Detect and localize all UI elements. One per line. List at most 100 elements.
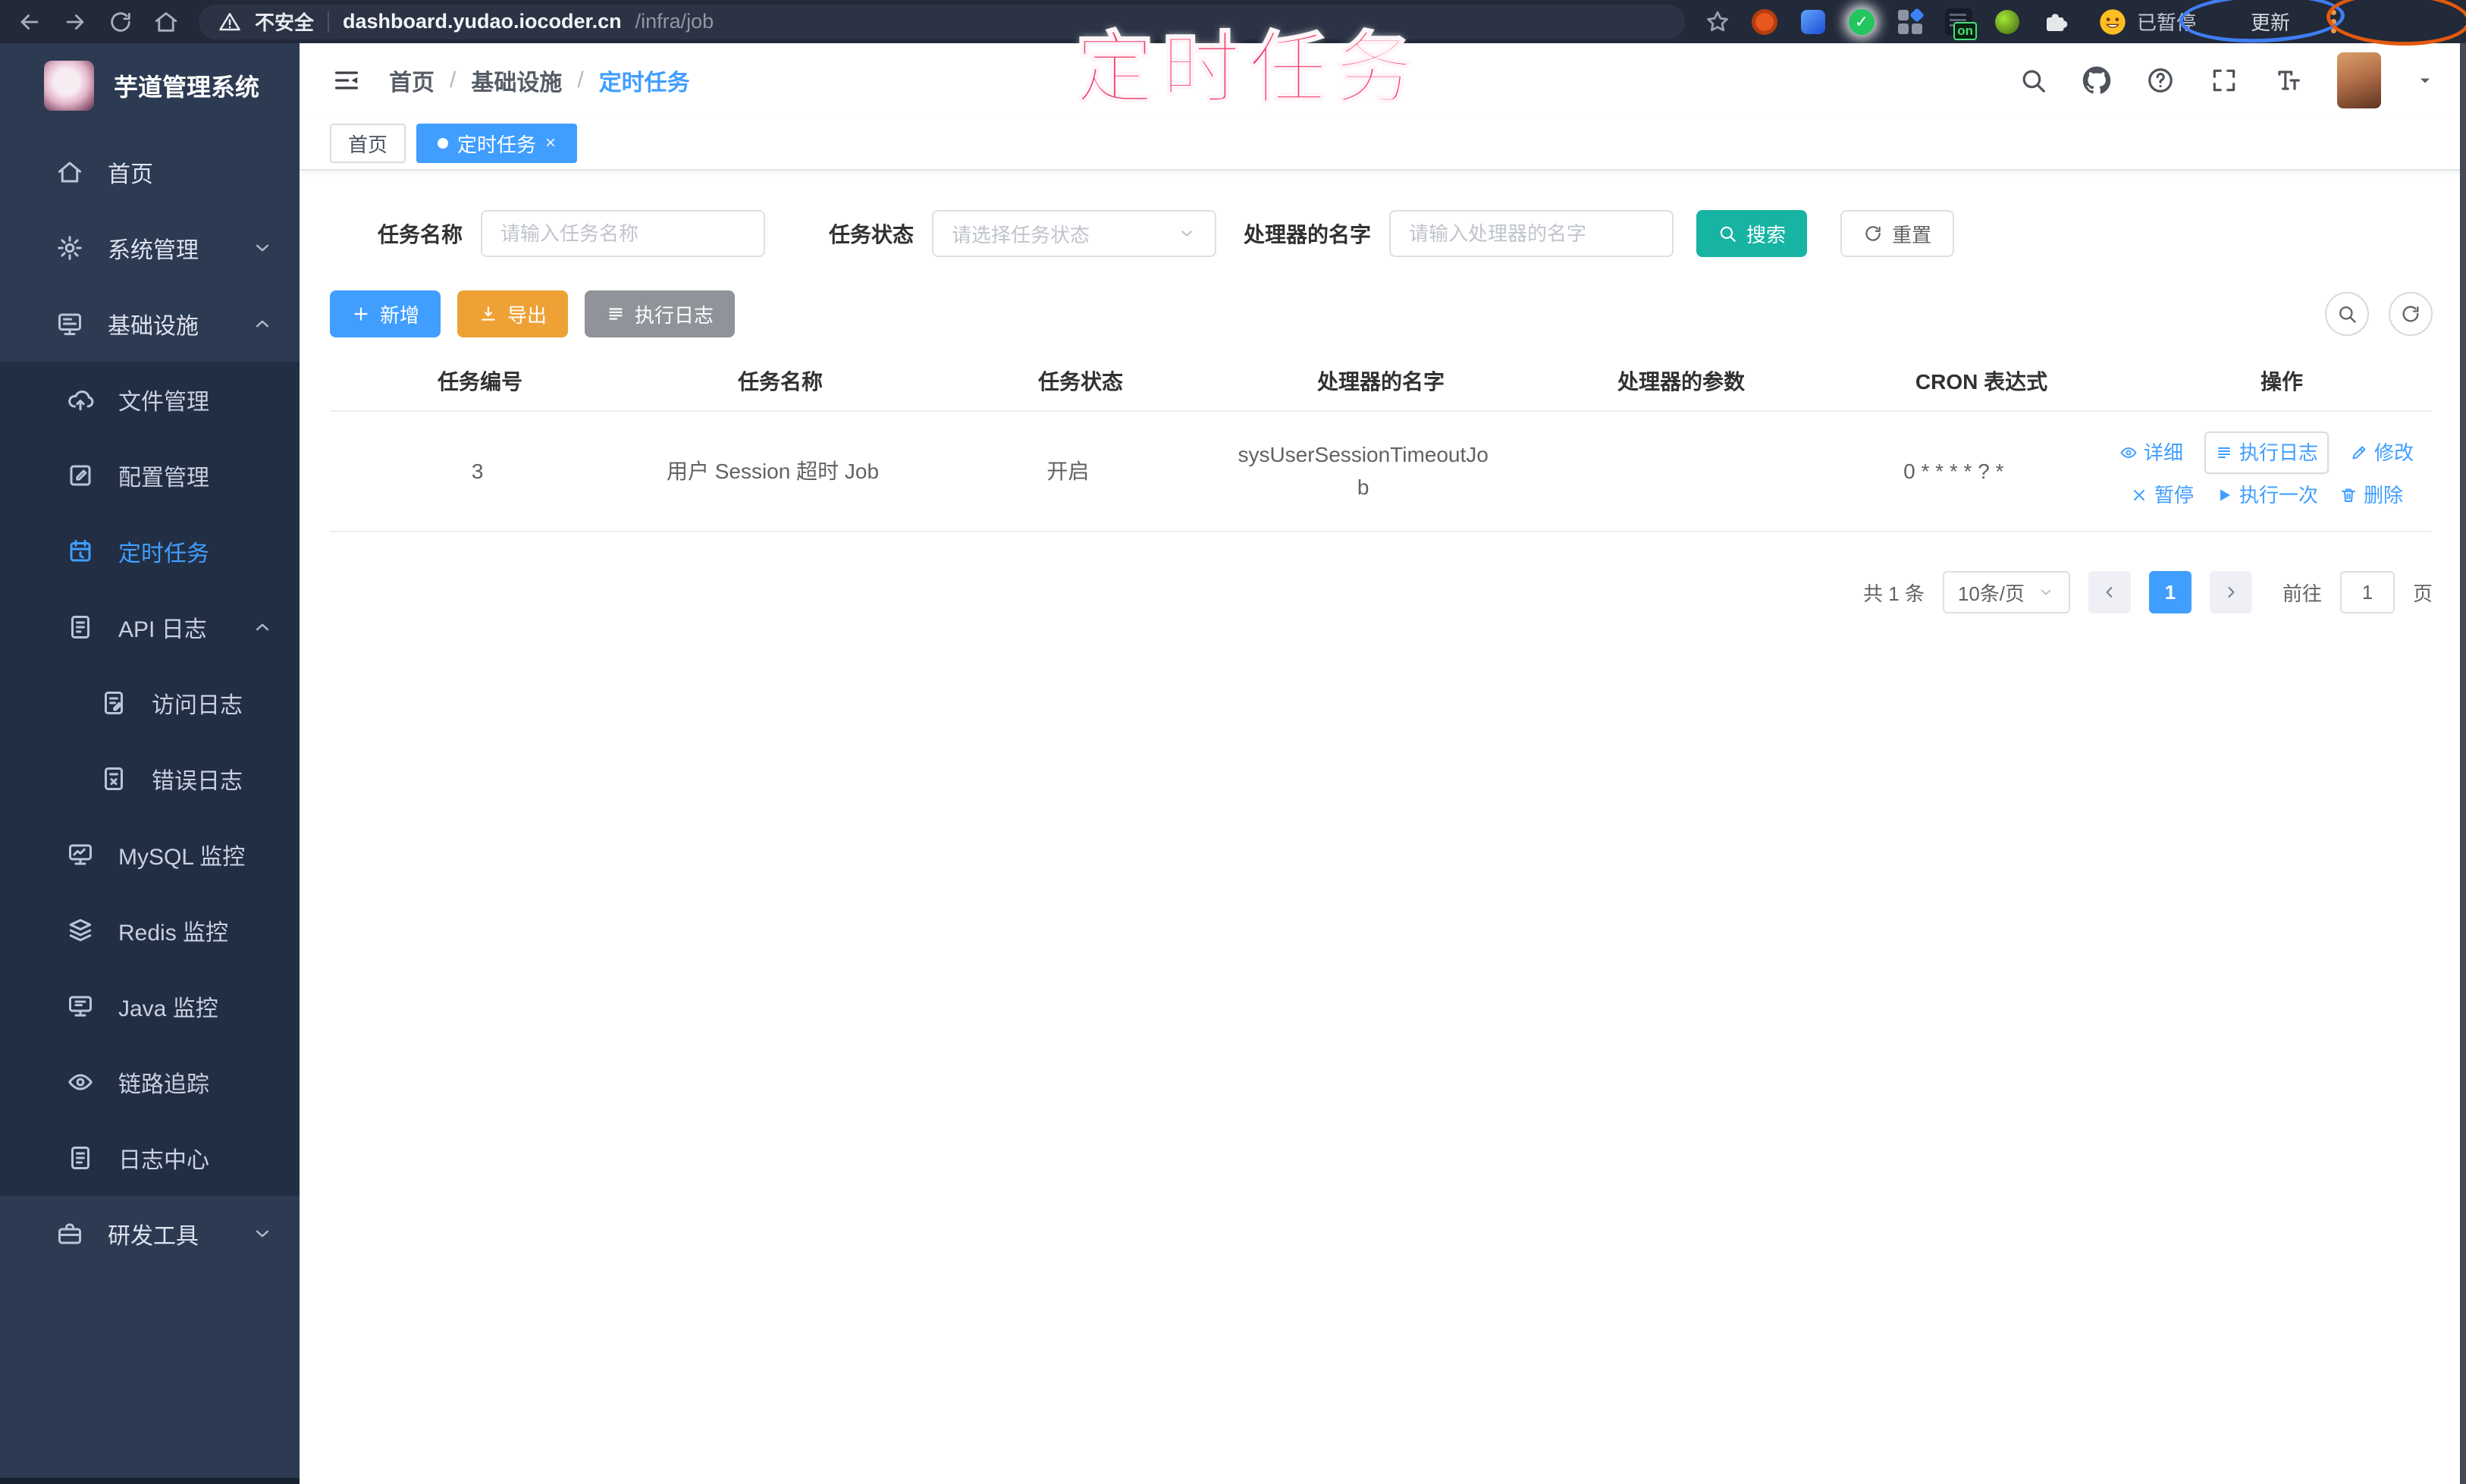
sidebar-item-log-center[interactable]: 日志中心 (0, 1120, 300, 1196)
app-logo-row[interactable]: 芋道管理系统 (0, 43, 300, 128)
sidebar-item-infra[interactable]: 基础设施 (0, 286, 300, 362)
browser-profile-chip[interactable]: 已暂停 (2097, 7, 2196, 37)
browser-menu-icon[interactable] (2331, 10, 2337, 33)
warning-icon (219, 12, 240, 30)
caret-down-icon[interactable] (2416, 71, 2434, 89)
sidebar-item-redis-monitor[interactable]: Redis 监控 (0, 893, 300, 968)
tab-close-icon[interactable]: × (545, 134, 556, 152)
next-page-button[interactable] (2209, 571, 2252, 613)
collapse-menu-icon[interactable] (331, 65, 362, 96)
bookmark-star-icon[interactable] (1705, 9, 1730, 35)
detail-link[interactable]: 详细 (2119, 438, 2183, 468)
pagination: 共 1 条 10条/页 1 前往 页 (1863, 571, 2433, 613)
extension-green-check-icon[interactable]: ✓ (1847, 8, 1876, 36)
row-exec-log-link[interactable]: 执行日志 (2204, 431, 2329, 475)
sidebar-item-label: 基础设施 (108, 314, 199, 339)
list-icon (2217, 447, 2230, 459)
reload-icon[interactable] (108, 9, 133, 35)
job-name-input[interactable] (481, 210, 766, 257)
sidebar-item-label: 配置管理 (118, 466, 209, 491)
github-icon[interactable] (2082, 66, 2111, 95)
chevron-left-icon (2106, 587, 2113, 598)
extension-grid-icon[interactable] (1896, 7, 1925, 36)
sidebar-bottom-strip (0, 1478, 300, 1484)
sidebar-item-access-log[interactable]: 访问日志 (0, 665, 300, 741)
sidebar-item-label: MySQL 监控 (118, 845, 246, 870)
col-job-name: 任务名称 (737, 370, 823, 394)
help-icon[interactable] (2146, 66, 2175, 95)
search-button[interactable]: 搜索 (1696, 210, 1808, 257)
breadcrumb-separator: / (450, 67, 456, 93)
exec-log-button[interactable]: 执行日志 (585, 290, 736, 337)
sidebar-item-home[interactable]: 首页 (0, 134, 300, 210)
fullscreen-icon[interactable] (2210, 66, 2239, 95)
sidebar-submenu-infra: 文件管理 配置管理 定时任务 API 日志 访问日志 错误日志 MySQL 监控… (0, 362, 300, 1196)
extension-on-icon[interactable]: on (1944, 8, 1977, 40)
breadcrumb-infra[interactable]: 基础设施 (471, 64, 562, 97)
tab-scheduled-jobs[interactable]: 定时任务 × (416, 124, 578, 163)
table-row: 3 用户 Session 超时 Job 开启 sysUserSessionTim… (330, 412, 2432, 532)
sidebar-item-label: Redis 监控 (118, 921, 229, 946)
user-avatar[interactable] (2337, 52, 2381, 108)
run-once-link[interactable]: 执行一次 (2215, 480, 2318, 510)
sidebar-item-system[interactable]: 系统管理 (0, 210, 300, 286)
refresh-table-button[interactable] (2389, 292, 2433, 336)
sidebar-item-trace[interactable]: 链路追踪 (0, 1044, 300, 1120)
list-icon (609, 308, 623, 320)
goto-page-input[interactable] (2339, 571, 2395, 613)
handler-name-input[interactable] (1389, 210, 1674, 257)
sidebar-item-scheduled-jobs[interactable]: 定时任务 (0, 513, 300, 589)
add-button[interactable]: 新增 (330, 290, 441, 337)
search-icon[interactable] (2019, 66, 2047, 95)
redis-stack-icon (69, 919, 92, 942)
current-page-button[interactable]: 1 (2148, 571, 2191, 613)
sidebar-item-config-manage[interactable]: 配置管理 (0, 438, 300, 513)
delete-link[interactable]: 删除 (2339, 480, 2403, 510)
sidebar-item-error-log[interactable]: 错误日志 (0, 741, 300, 817)
col-job-id: 任务编号 (437, 370, 522, 394)
window-scrollbar[interactable] (2460, 43, 2466, 1484)
col-cron: CRON 表达式 (1915, 370, 2048, 394)
extension-orange-icon[interactable] (1750, 8, 1779, 36)
page-unit-label: 页 (2412, 582, 2433, 605)
table-header-row: 任务编号 任务名称 任务状态 处理器的名字 处理器的参数 CRON 表达式 操作 (330, 351, 2432, 412)
page-size-select[interactable]: 10条/页 (1942, 571, 2070, 613)
url-bar[interactable]: 不安全 dashboard.yudao.iocoder.cn /infra/jo… (199, 4, 1685, 39)
extensions-puzzle-icon[interactable] (2041, 8, 2070, 36)
page-size-value: 10条/页 (1957, 582, 2025, 605)
pause-link[interactable]: 暂停 (2130, 480, 2194, 510)
cell-handler-param (1511, 457, 1806, 485)
puzzle-glyph (2047, 13, 2068, 31)
sidebar-item-java-monitor[interactable]: Java 监控 (0, 968, 300, 1044)
app-title: 芋道管理系统 (114, 74, 260, 101)
security-label[interactable]: 不安全 (255, 8, 314, 36)
back-icon[interactable] (17, 9, 42, 35)
reset-button[interactable]: 重置 (1840, 210, 1955, 257)
job-status-select[interactable]: 请选择任务状态 (932, 210, 1217, 257)
forward-icon[interactable] (62, 9, 88, 35)
tab-home[interactable]: 首页 (330, 124, 406, 163)
breadcrumb-home[interactable]: 首页 (389, 64, 435, 97)
extension-plant-icon[interactable] (1993, 8, 2022, 36)
toggle-search-button[interactable] (2325, 292, 2369, 336)
sidebar-item-mysql-monitor[interactable]: MySQL 监控 (0, 817, 300, 893)
chevron-down-icon (1181, 231, 1193, 237)
sidebar-menu: 首页 系统管理 基础设施 文件管理 配置管理 定时任务 API 日志 访问日志 … (0, 134, 300, 1272)
sidebar-item-label: 首页 (108, 162, 153, 187)
sidebar-item-file-manage[interactable]: 文件管理 (0, 362, 300, 438)
delete-link-label: 删除 (2364, 484, 2404, 507)
breadcrumb-separator: / (577, 67, 584, 93)
home-nav-icon[interactable] (153, 9, 179, 35)
export-button[interactable]: 导出 (457, 290, 569, 337)
prev-page-button[interactable] (2088, 571, 2131, 613)
font-size-icon[interactable] (2273, 66, 2302, 95)
extension-blue-icon[interactable] (1799, 8, 1828, 36)
sidebar-item-devtools[interactable]: 研发工具 (0, 1196, 300, 1272)
sidebar-item-api-log[interactable]: API 日志 (0, 589, 300, 665)
browser-update-button[interactable]: 更新 (2251, 8, 2290, 36)
col-actions: 操作 (2260, 370, 2303, 394)
sidebar-item-label: 访问日志 (152, 693, 243, 718)
goto-label: 前往 (2282, 582, 2322, 605)
mysql-monitor-icon (69, 844, 92, 865)
edit-link[interactable]: 修改 (2350, 438, 2414, 468)
